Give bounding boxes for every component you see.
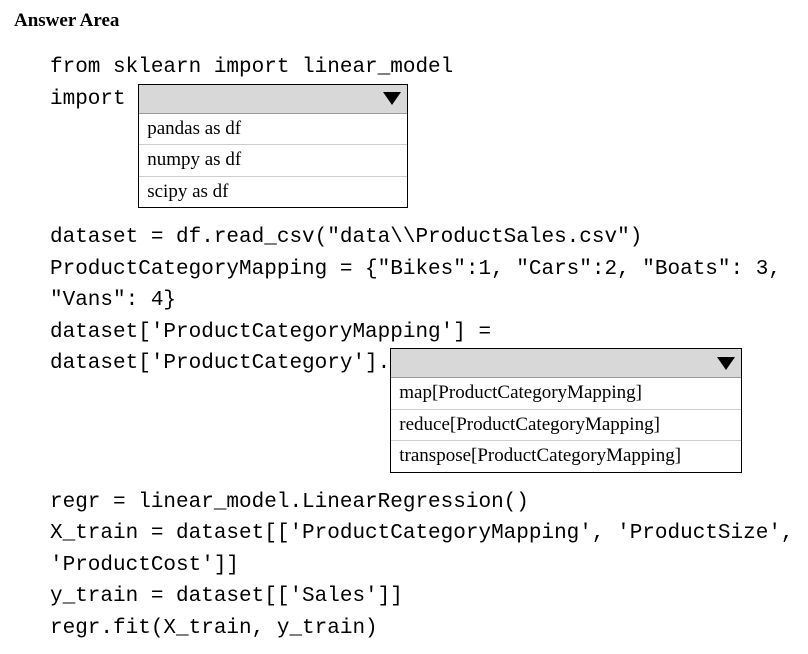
dropdown-option[interactable]: pandas as df <box>139 114 407 146</box>
chevron-down-icon <box>383 92 401 105</box>
code-line: "Vans": 4} <box>50 285 798 317</box>
code-line: regr = linear_model.LinearRegression() <box>50 487 798 519</box>
chevron-down-icon <box>717 357 735 370</box>
dropdown-options: map[ProductCategoryMapping] reduce[Produ… <box>391 378 741 472</box>
code-line: dataset = df.read_csv("data\\ProductSale… <box>50 222 798 254</box>
dropdown-options: pandas as df numpy as df scipy as df <box>139 114 407 208</box>
code-line: from sklearn import linear_model <box>50 52 798 84</box>
code-line-prefix: dataset['ProductCategory']. <box>50 348 390 380</box>
code-line: regr.fit(X_train, y_train) <box>50 613 798 645</box>
dropdown-option[interactable]: map[ProductCategoryMapping] <box>391 378 741 410</box>
code-line-prefix: import <box>50 84 138 116</box>
method-dropdown[interactable]: map[ProductCategoryMapping] reduce[Produ… <box>390 348 742 473</box>
code-line: X_train = dataset[['ProductCategoryMappi… <box>50 518 798 550</box>
page-title: Answer Area <box>14 10 798 32</box>
code-line: 'ProductCost']] <box>50 550 798 582</box>
code-area: from sklearn import linear_model import … <box>50 52 798 644</box>
dropdown-option[interactable]: transpose[ProductCategoryMapping] <box>391 441 741 472</box>
dropdown-option[interactable]: numpy as df <box>139 145 407 177</box>
dropdown-option[interactable]: reduce[ProductCategoryMapping] <box>391 410 741 442</box>
dropdown-option[interactable]: scipy as df <box>139 177 407 208</box>
dropdown-header[interactable] <box>391 349 741 378</box>
dropdown-header[interactable] <box>139 85 407 114</box>
code-line: ProductCategoryMapping = {"Bikes":1, "Ca… <box>50 254 798 286</box>
import-dropdown[interactable]: pandas as df numpy as df scipy as df <box>138 84 408 209</box>
code-line: y_train = dataset[['Sales']] <box>50 581 798 613</box>
code-line: dataset['ProductCategoryMapping'] = <box>50 317 798 349</box>
